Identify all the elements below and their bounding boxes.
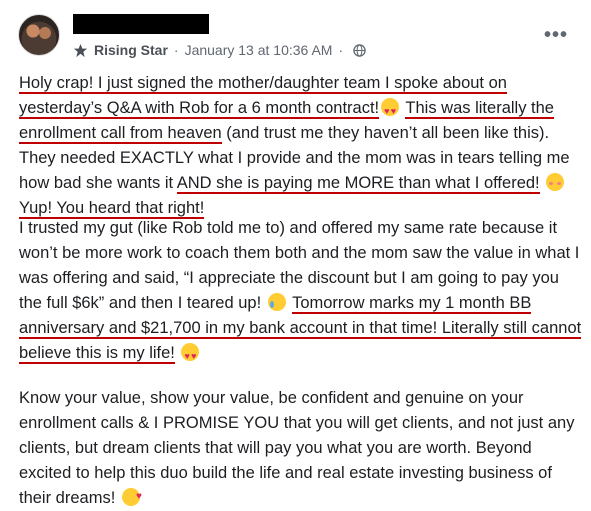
- rising-star-badge-icon: [73, 43, 88, 57]
- body-text: Know your value, show your value, be con…: [19, 389, 575, 507]
- heart-eyes-emoji: [381, 98, 400, 124]
- flushed-emoji: [546, 173, 565, 191]
- globe-icon: [353, 43, 366, 57]
- tear-emoji: [267, 293, 286, 311]
- highlighted-text: AND she is paying me MORE than what I of…: [176, 174, 540, 194]
- redacted-author-name: [73, 14, 209, 34]
- avatar[interactable]: [18, 14, 60, 56]
- post-paragraph-3: Know your value, show your value, be con…: [19, 386, 584, 511]
- post-timestamp[interactable]: January 13 at 10:36 AM: [185, 42, 333, 58]
- post-meta: Rising Star · January 13 at 10:36 AM ·: [73, 41, 366, 59]
- post-paragraph-2: I trusted my gut (like Rob told me to) a…: [19, 216, 584, 369]
- member-badge-label[interactable]: Rising Star: [94, 42, 168, 58]
- heart-eyes-emoji: [181, 343, 200, 369]
- meta-separator: ·: [173, 42, 179, 58]
- smiling-hearts-emoji: [121, 484, 142, 509]
- more-options-icon[interactable]: •••: [544, 25, 568, 45]
- post-paragraph-1: Holy crap! I just signed the mother/daug…: [19, 71, 584, 221]
- meta-separator-2: ·: [338, 42, 344, 58]
